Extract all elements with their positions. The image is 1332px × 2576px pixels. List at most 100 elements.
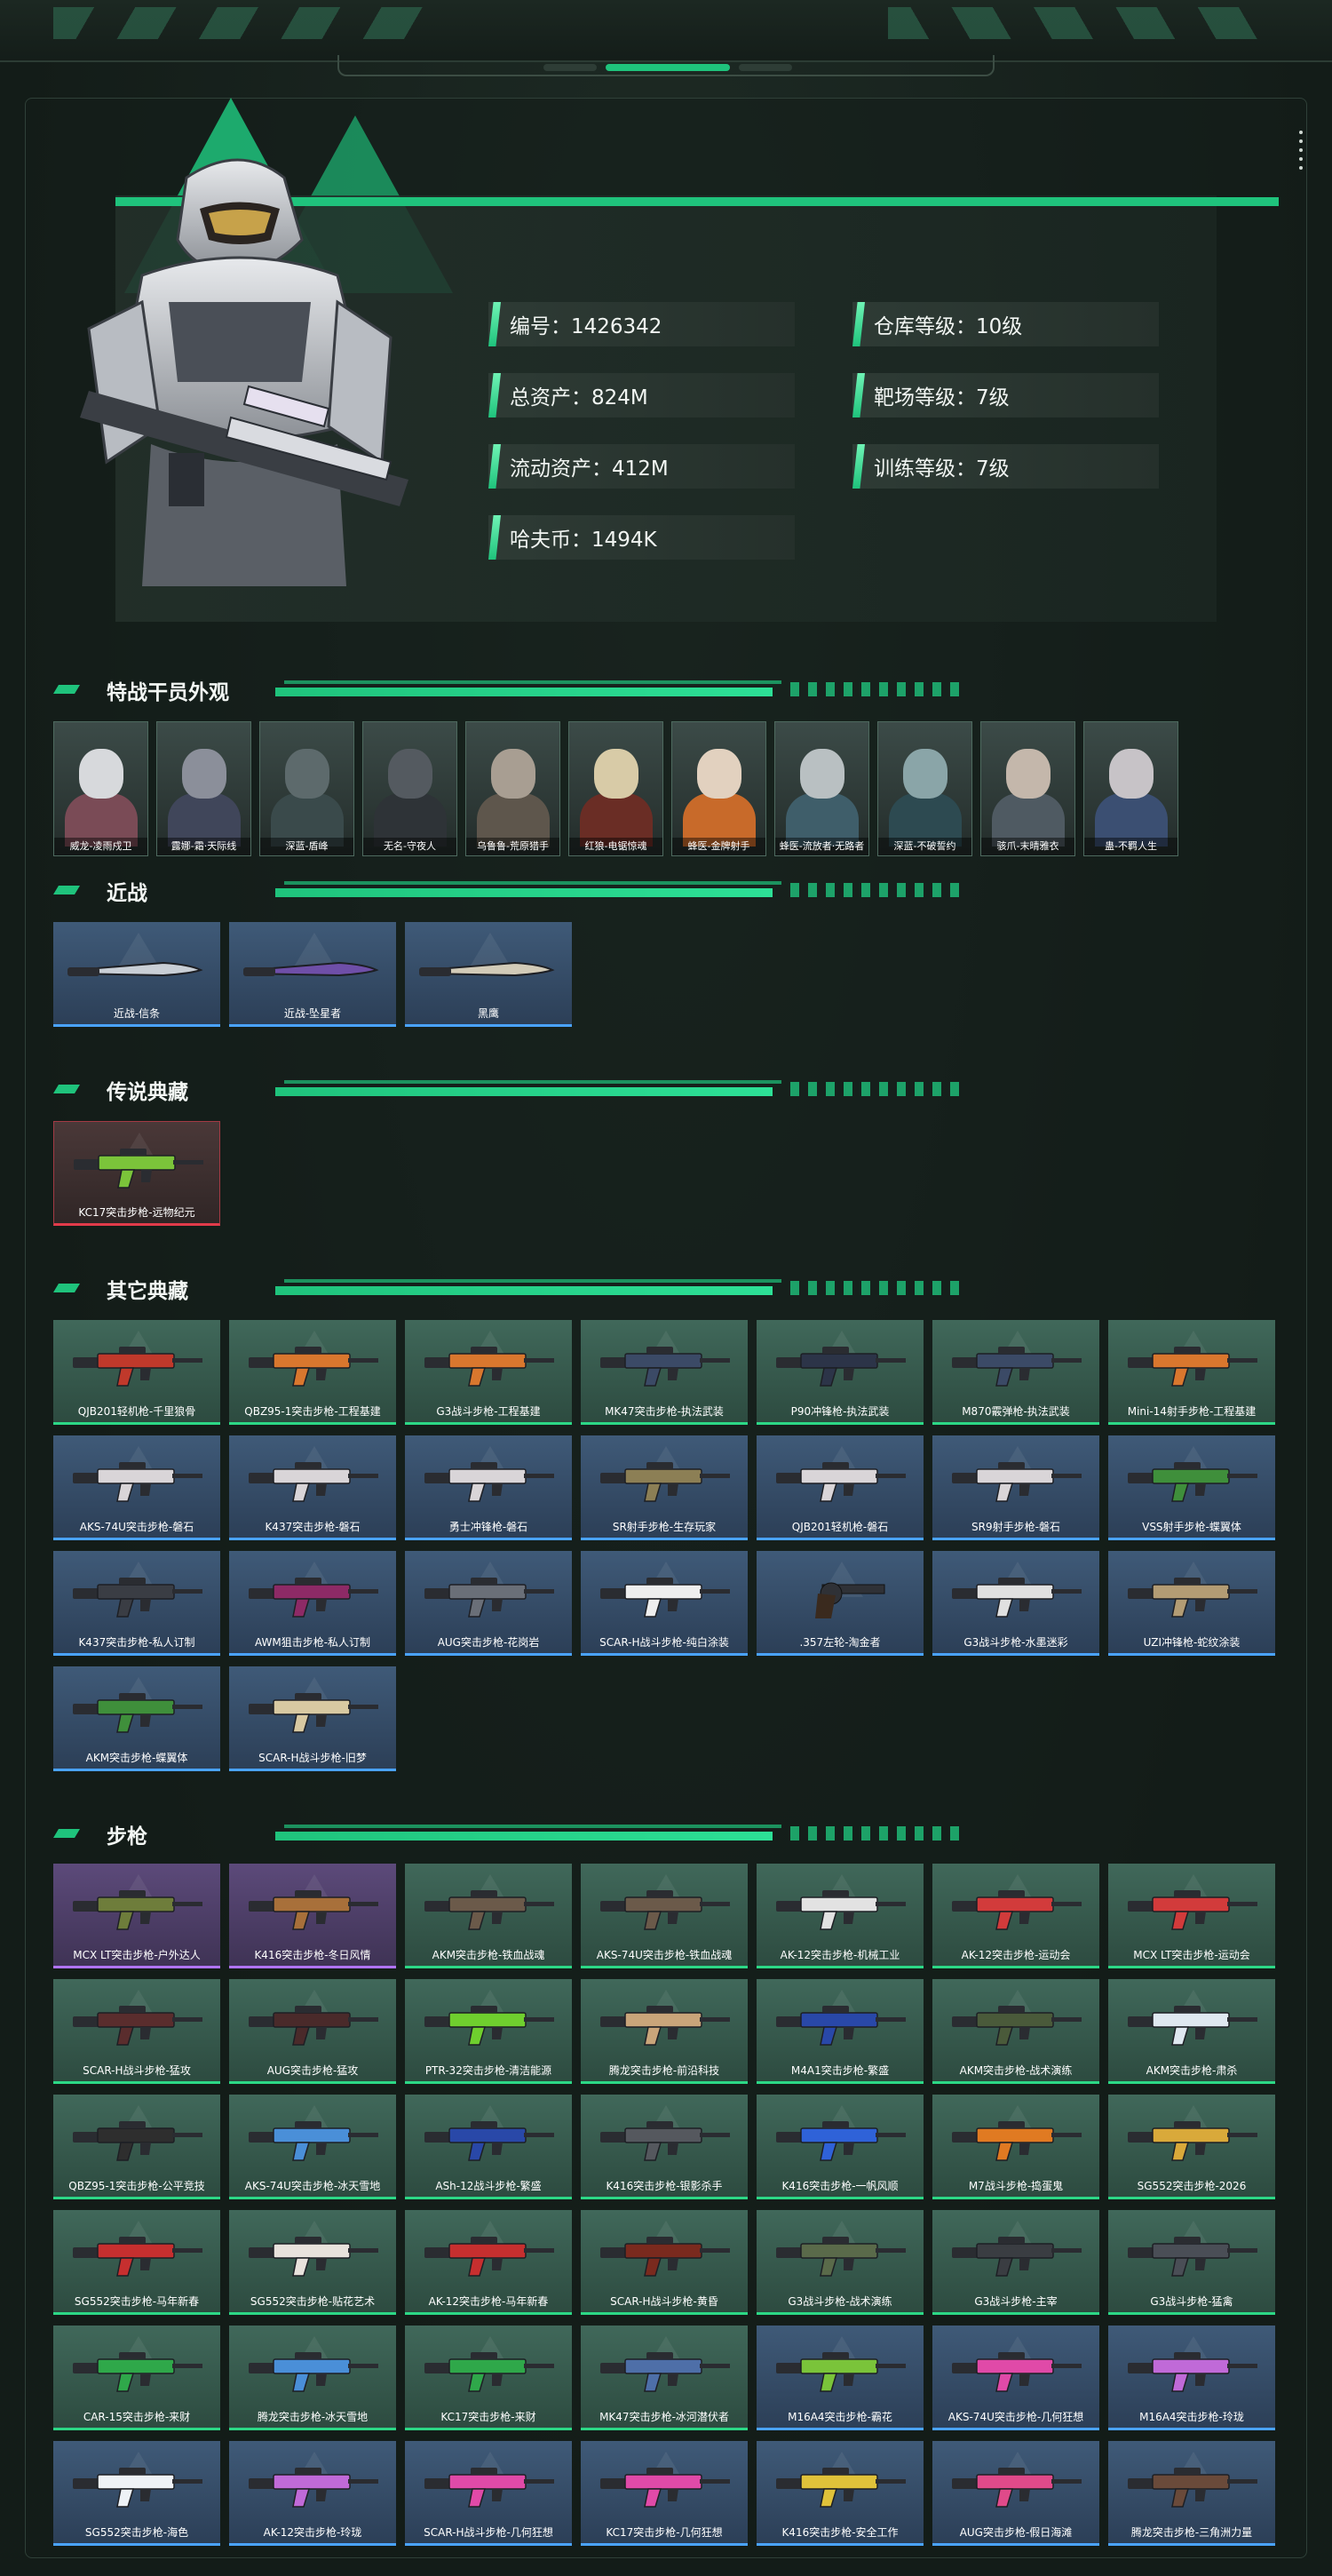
weapon-card[interactable]: AUG突击步枪-猛攻 xyxy=(229,1979,396,2084)
weapon-card[interactable]: 近战-信条 xyxy=(53,922,220,1027)
operator-skin-card[interactable]: 露娜-霜·天际线 xyxy=(156,721,251,856)
more-icon[interactable] xyxy=(1299,131,1303,175)
weapon-label: QJB201轻机枪-千里狼骨 xyxy=(77,1405,196,1418)
weapon-card[interactable]: AKS-74U突击步枪-几何狂想 xyxy=(932,2326,1099,2430)
weapon-label: G3战斗步枪-水墨迷彩 xyxy=(963,1636,1068,1649)
weapon-card[interactable]: MCX LT突击步枪-户外达人 xyxy=(53,1864,220,1968)
weapon-card[interactable]: MK47突击步枪-执法武装 xyxy=(581,1320,748,1425)
operator-skin-card[interactable]: 深蓝-不破誓约 xyxy=(877,721,972,856)
weapon-card[interactable]: Mini-14射手步枪-工程基建 xyxy=(1108,1320,1275,1425)
weapon-card[interactable]: KC17突击步枪-来财 xyxy=(405,2326,572,2430)
weapon-card[interactable]: G3战斗步枪-战术演练 xyxy=(757,2210,924,2315)
weapon-label: AKM突击步枪-肃杀 xyxy=(1146,2064,1238,2077)
weapon-card[interactable]: M7战斗步枪-捣蛋鬼 xyxy=(932,2095,1099,2199)
weapon-label: ASh-12战斗步枪-繁盛 xyxy=(435,2180,542,2192)
weapon-label: KC17突击步枪-几何狂想 xyxy=(606,2526,723,2539)
weapon-card[interactable]: SG552突击步枪-海色 xyxy=(53,2441,220,2546)
weapon-label: AK-12突击步枪-马年新春 xyxy=(428,2295,549,2308)
weapon-card[interactable]: M16A4突击步枪-霸花 xyxy=(757,2326,924,2430)
weapon-card[interactable]: QBZ95-1突击步枪-公平竞技 xyxy=(53,2095,220,2199)
weapon-card[interactable]: SR9射手步枪-磐石 xyxy=(932,1435,1099,1540)
weapon-card[interactable]: M870霰弹枪-执法武装 xyxy=(932,1320,1099,1425)
operator-skin-card[interactable]: 威龙-凌雨戍卫 xyxy=(53,721,148,856)
weapon-card[interactable]: K416突击步枪-安全工作 xyxy=(757,2441,924,2546)
weapon-card[interactable]: 腾龙突击步枪-三角洲力量 xyxy=(1108,2441,1275,2546)
operator-skin-card[interactable]: 蛊-不羁人生 xyxy=(1083,721,1178,856)
weapon-card[interactable]: AKM突击步枪-蝶翼体 xyxy=(53,1666,220,1771)
weapon-card[interactable]: G3战斗步枪-工程基建 xyxy=(405,1320,572,1425)
weapon-card[interactable]: SCAR-H战斗步枪-黄昏 xyxy=(581,2210,748,2315)
weapon-card[interactable]: K416突击步枪-一帆风顺 xyxy=(757,2095,924,2199)
weapon-card[interactable]: AKM突击步枪-战术演练 xyxy=(932,1979,1099,2084)
weapon-label: 近战-坠星者 xyxy=(283,1007,342,1020)
weapon-label: SG552突击步枪-海色 xyxy=(84,2526,189,2539)
weapon-card[interactable]: CAR-15突击步枪-来财 xyxy=(53,2326,220,2430)
weapon-card[interactable]: SG552突击步枪-贴花艺术 xyxy=(229,2210,396,2315)
weapon-card[interactable]: M16A4突击步枪-玲珑 xyxy=(1108,2326,1275,2430)
weapon-card[interactable]: SR射手步枪-生存玩家 xyxy=(581,1435,748,1540)
top-banner xyxy=(0,0,1332,76)
operator-skin-card[interactable]: 无名-守夜人 xyxy=(362,721,457,856)
weapon-card[interactable]: P90冲锋枪-执法武装 xyxy=(757,1320,924,1425)
weapon-card[interactable]: QBZ95-1突击步枪-工程基建 xyxy=(229,1320,396,1425)
weapon-card[interactable]: G3战斗步枪-水墨迷彩 xyxy=(932,1551,1099,1656)
weapon-card[interactable]: 勇士冲锋枪-磐石 xyxy=(405,1435,572,1540)
weapon-card[interactable]: K416突击步枪-银影杀手 xyxy=(581,2095,748,2199)
weapon-label: QBZ95-1突击步枪-公平竞技 xyxy=(68,2180,205,2192)
weapon-card[interactable]: QJB201轻机枪-磐石 xyxy=(757,1435,924,1540)
weapon-label: MK47突击步枪-冰河潜伏者 xyxy=(599,2411,729,2423)
weapon-card[interactable]: SG552突击步枪-2026 xyxy=(1108,2095,1275,2199)
weapon-card[interactable]: PTR-32突击步枪-清洁能源 xyxy=(405,1979,572,2084)
weapon-card[interactable]: M4A1突击步枪-繁盛 xyxy=(757,1979,924,2084)
weapon-card[interactable]: VSS射手步枪-蝶翼体 xyxy=(1108,1435,1275,1540)
weapon-card[interactable]: G3战斗步枪-主宰 xyxy=(932,2210,1099,2315)
weapon-card[interactable]: KC17突击步枪-远物纪元 xyxy=(53,1121,220,1226)
weapon-card[interactable]: AKS-74U突击步枪-冰天雪地 xyxy=(229,2095,396,2199)
weapon-card[interactable]: SCAR-H战斗步枪-纯白涂装 xyxy=(581,1551,748,1656)
weapon-card[interactable]: K437突击步枪-私人订制 xyxy=(53,1551,220,1656)
weapon-card[interactable]: 腾龙突击步枪-前沿科技 xyxy=(581,1979,748,2084)
weapon-card[interactable]: G3战斗步枪-猛禽 xyxy=(1108,2210,1275,2315)
weapon-card[interactable]: K437突击步枪-磐石 xyxy=(229,1435,396,1540)
operator-skin-card[interactable]: 红狼-电锯惊魂 xyxy=(568,721,663,856)
weapon-card[interactable]: SCAR-H战斗步枪-旧梦 xyxy=(229,1666,396,1771)
weapon-card[interactable]: AWM狙击步枪-私人订制 xyxy=(229,1551,396,1656)
weapon-card[interactable]: QJB201轻机枪-千里狼骨 xyxy=(53,1320,220,1425)
weapon-card[interactable]: UZI冲锋枪-蛇纹涂装 xyxy=(1108,1551,1275,1656)
weapon-card[interactable]: K416突击步枪-冬日风情 xyxy=(229,1864,396,1968)
weapon-card[interactable]: AUG突击步枪-花岗岩 xyxy=(405,1551,572,1656)
section-title-operators: 特战干员外观 xyxy=(53,673,968,709)
weapon-card[interactable]: AK-12突击步枪-机械工业 xyxy=(757,1864,924,1968)
stat-id: 编号：1426342 xyxy=(488,302,795,346)
operator-skin-card[interactable]: 深蓝-盾峰 xyxy=(259,721,354,856)
operator-label: 乌鲁鲁-荒原猎手 xyxy=(466,838,559,855)
operator-skin-card[interactable]: 蜂医-金牌射手 xyxy=(671,721,766,856)
weapon-card[interactable]: AKS-74U突击步枪-磐石 xyxy=(53,1435,220,1540)
weapon-card[interactable]: SG552突击步枪-马年新春 xyxy=(53,2210,220,2315)
weapon-card[interactable]: MK47突击步枪-冰河潜伏者 xyxy=(581,2326,748,2430)
weapon-card[interactable]: SCAR-H战斗步枪-几何狂想 xyxy=(405,2441,572,2546)
weapon-card[interactable]: 近战-坠星者 xyxy=(229,922,396,1027)
operator-skin-card[interactable]: 乌鲁鲁-荒原猎手 xyxy=(465,721,560,856)
weapon-card[interactable]: 腾龙突击步枪-冰天雪地 xyxy=(229,2326,396,2430)
weapon-card[interactable]: AK-12突击步枪-玲珑 xyxy=(229,2441,396,2546)
weapon-card[interactable]: AKS-74U突击步枪-铁血战魂 xyxy=(581,1864,748,1968)
weapon-card[interactable]: AKM突击步枪-肃杀 xyxy=(1108,1979,1275,2084)
weapon-card[interactable]: 黑鹰 xyxy=(405,922,572,1027)
operator-skin-card[interactable]: 骇爪-末晴雅衣 xyxy=(980,721,1075,856)
weapon-card[interactable]: AK-12突击步枪-运动会 xyxy=(932,1864,1099,1968)
operator-skin-card[interactable]: 蜂医-流放者·无路者 xyxy=(774,721,869,856)
weapon-card[interactable]: SCAR-H战斗步枪-猛攻 xyxy=(53,1979,220,2084)
weapon-card[interactable]: AK-12突击步枪-马年新春 xyxy=(405,2210,572,2315)
weapon-label: SR9射手步枪-磐石 xyxy=(971,1521,1060,1533)
operator-head xyxy=(697,749,741,799)
weapon-card[interactable]: KC17突击步枪-几何狂想 xyxy=(581,2441,748,2546)
weapon-card[interactable]: AKM突击步枪-铁血战魂 xyxy=(405,1864,572,1968)
weapon-card[interactable]: AUG突击步枪-假日海滩 xyxy=(932,2441,1099,2546)
weapon-label: SCAR-H战斗步枪-几何狂想 xyxy=(424,2526,553,2539)
banner-center-rail xyxy=(337,55,995,76)
weapon-card[interactable]: .357左轮-淘金者 xyxy=(757,1551,924,1656)
weapon-label: SCAR-H战斗步枪-纯白涂装 xyxy=(599,1636,729,1649)
weapon-card[interactable]: MCX LT突击步枪-运动会 xyxy=(1108,1864,1275,1968)
weapon-card[interactable]: ASh-12战斗步枪-繁盛 xyxy=(405,2095,572,2199)
